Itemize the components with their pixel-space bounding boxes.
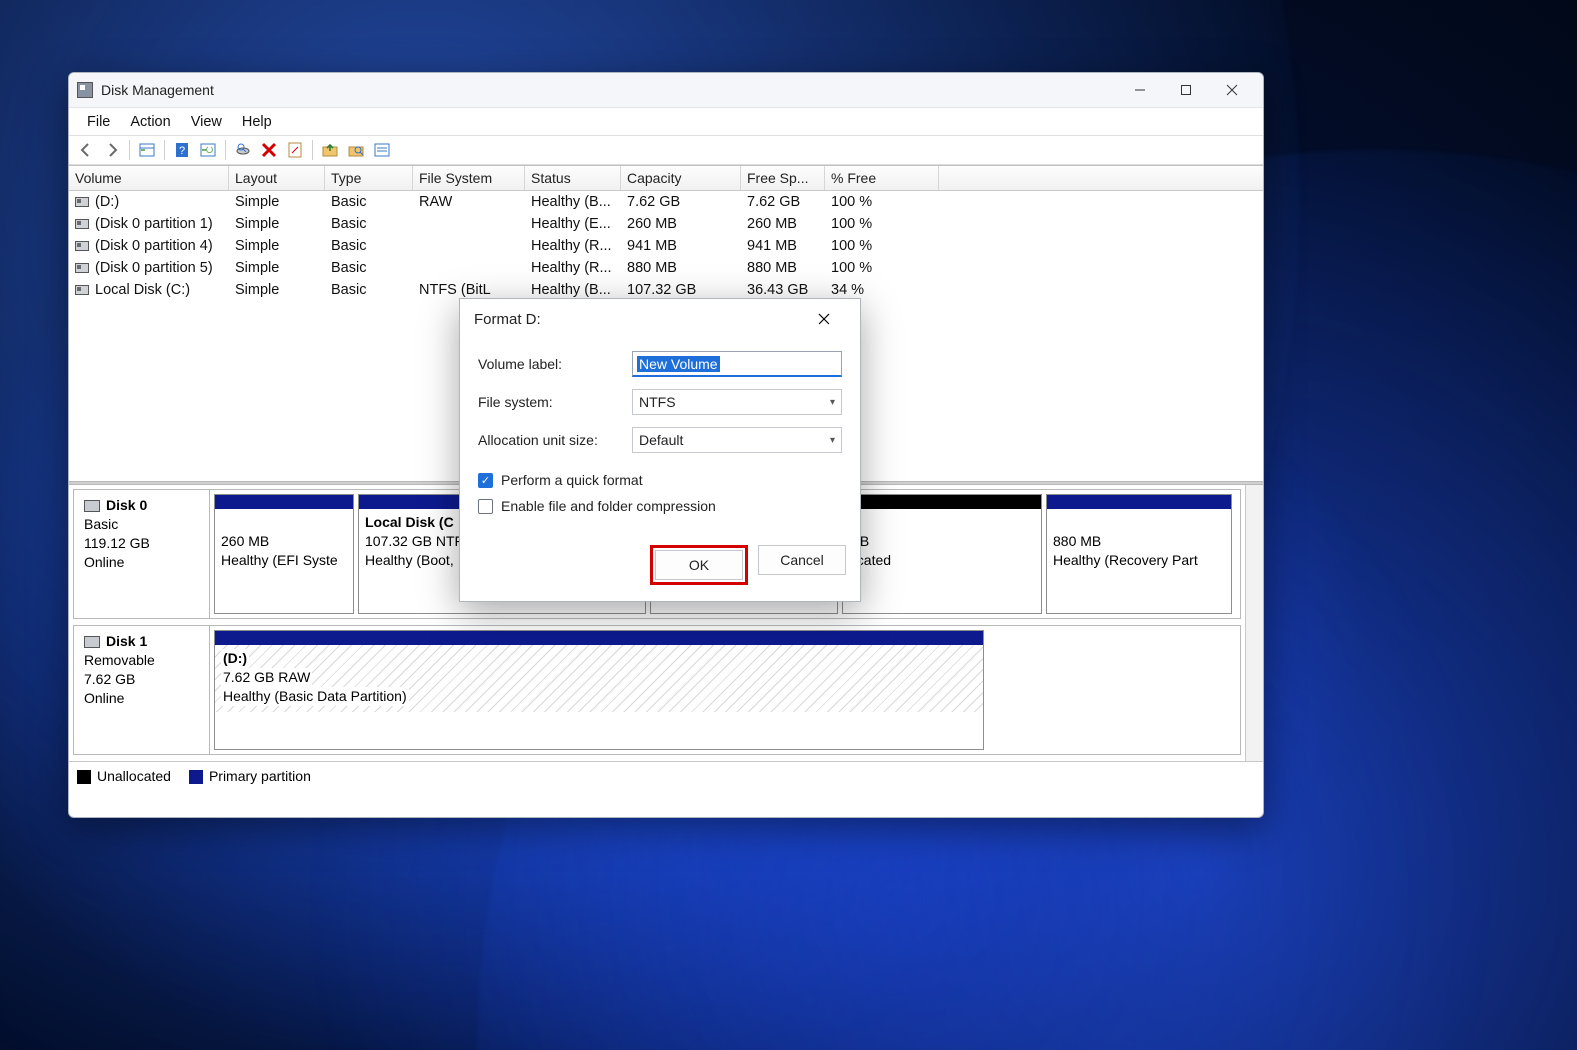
volume-row[interactable]: (Disk 0 partition 5) Simple Basic Health…	[69, 257, 1263, 279]
list-button[interactable]	[369, 138, 395, 162]
format-dialog: Format D: Volume label: New Volume File …	[459, 298, 861, 602]
legend-swatch-primary	[189, 770, 203, 784]
cancel-button[interactable]: Cancel	[758, 545, 846, 575]
disk-header: Disk 0 Basic 119.12 GB Online	[74, 490, 210, 618]
col-capacity[interactable]: Capacity	[621, 166, 741, 190]
col-status[interactable]: Status	[525, 166, 621, 190]
col-pctfree[interactable]: % Free	[825, 166, 939, 190]
volume-icon	[75, 219, 89, 229]
disk-row-1[interactable]: Disk 1 Removable 7.62 GB Online (D:) 7.6…	[73, 625, 1241, 755]
vertical-scrollbar[interactable]	[1245, 485, 1263, 761]
file-system-label: File system:	[478, 394, 632, 410]
toolbar: ?	[69, 135, 1263, 165]
menubar: File Action View Help	[69, 107, 1263, 135]
minimize-button[interactable]	[1117, 73, 1163, 107]
volume-label-input[interactable]: New Volume	[632, 351, 842, 377]
allocation-unit-label: Allocation unit size:	[478, 432, 632, 448]
menu-help[interactable]: Help	[232, 112, 282, 132]
chevron-down-icon: ▾	[830, 435, 835, 446]
disk-header: Disk 1 Removable 7.62 GB Online	[74, 626, 210, 754]
allocation-unit-select[interactable]: Default ▾	[632, 427, 842, 453]
dialog-close-button[interactable]	[802, 299, 846, 339]
volume-list-header: Volume Layout Type File System Status Ca…	[69, 166, 1263, 191]
ok-button[interactable]: OK	[655, 550, 743, 580]
partition-unallocated[interactable]: GB ocated	[842, 494, 1042, 614]
col-type[interactable]: Type	[325, 166, 413, 190]
volume-row[interactable]: (D:) Simple Basic RAW Healthy (B... 7.62…	[69, 191, 1263, 213]
partition-selected[interactable]: (D:) 7.62 GB RAW Healthy (Basic Data Par…	[214, 630, 984, 750]
menu-action[interactable]: Action	[120, 112, 180, 132]
window-title: Disk Management	[101, 82, 214, 98]
quick-format-checkbox[interactable]: ✓	[478, 473, 493, 488]
app-icon	[77, 82, 93, 98]
dialog-title: Format D:	[474, 311, 541, 328]
maximize-button[interactable]	[1163, 73, 1209, 107]
folder-up-button[interactable]	[317, 138, 343, 162]
quick-format-label: Perform a quick format	[501, 472, 643, 488]
file-system-select[interactable]: NTFS ▾	[632, 389, 842, 415]
volume-icon	[75, 197, 89, 207]
show-hide-tree-button[interactable]	[134, 138, 160, 162]
menu-view[interactable]: View	[181, 112, 232, 132]
volume-icon	[75, 285, 89, 295]
volume-icon	[75, 263, 89, 273]
back-button[interactable]	[73, 138, 99, 162]
chevron-down-icon: ▾	[830, 397, 835, 408]
col-layout[interactable]: Layout	[229, 166, 325, 190]
volume-icon	[75, 241, 89, 251]
svg-text:?: ?	[179, 145, 185, 157]
compression-label: Enable file and folder compression	[501, 498, 716, 514]
volume-row[interactable]: (Disk 0 partition 4) Simple Basic Health…	[69, 235, 1263, 257]
col-filesystem[interactable]: File System	[413, 166, 525, 190]
partition[interactable]: 260 MB Healthy (EFI Syste	[214, 494, 354, 614]
refresh-button[interactable]	[195, 138, 221, 162]
compression-checkbox[interactable]	[478, 499, 493, 514]
disk-icon	[84, 636, 100, 648]
folder-search-button[interactable]	[343, 138, 369, 162]
close-button[interactable]	[1209, 73, 1255, 107]
volume-row[interactable]: (Disk 0 partition 1) Simple Basic Health…	[69, 213, 1263, 235]
legend: Unallocated Primary partition	[69, 761, 1263, 790]
titlebar[interactable]: Disk Management	[69, 73, 1263, 107]
col-free[interactable]: Free Sp...	[741, 166, 825, 190]
volume-label-label: Volume label:	[478, 356, 632, 372]
col-spacer	[939, 166, 1263, 190]
legend-swatch-unallocated	[77, 770, 91, 784]
col-volume[interactable]: Volume	[69, 166, 229, 190]
delete-button[interactable]	[256, 138, 282, 162]
properties-button[interactable]	[282, 138, 308, 162]
help-button[interactable]: ?	[169, 138, 195, 162]
partition[interactable]: 880 MB Healthy (Recovery Part	[1046, 494, 1232, 614]
menu-file[interactable]: File	[77, 112, 120, 132]
rescan-disks-button[interactable]	[230, 138, 256, 162]
forward-button[interactable]	[99, 138, 125, 162]
ok-button-highlight: OK	[650, 545, 748, 585]
volume-list: Volume Layout Type File System Status Ca…	[69, 165, 1263, 301]
disk-icon	[84, 500, 100, 512]
